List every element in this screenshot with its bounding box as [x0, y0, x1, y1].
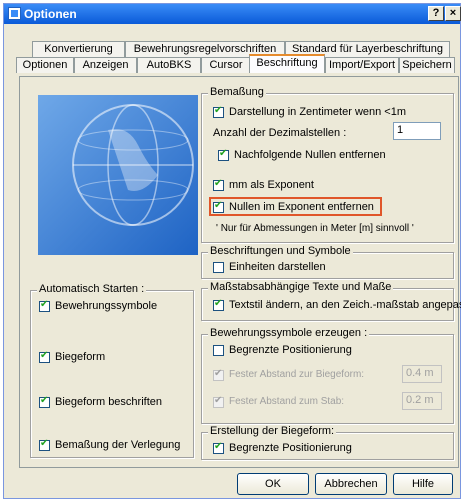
trailing-zeros-label: Nachfolgende Nullen entfernen [234, 149, 386, 161]
title-bar: Optionen ? × [4, 4, 461, 24]
tab-panel: Bemaßung Darstellung in Zentimeter wenn … [19, 76, 461, 468]
dist-biegeform-input[interactable]: 0.4 m [402, 365, 442, 383]
dist-stab-label: Fester Abstand zum Stab: [229, 396, 345, 407]
auto-start-group-title: Automatisch Starten : [37, 283, 147, 295]
bemassung-group: Bemaßung Darstellung in Zentimeter wenn … [201, 86, 454, 243]
tab-anzeigen[interactable]: Anzeigen [74, 57, 137, 73]
units-checkbox[interactable] [213, 262, 224, 273]
tab-optionen[interactable]: Optionen [16, 57, 74, 73]
biegeform-limit-label: Begrenzte Positionierung [229, 442, 352, 454]
tab-autobks[interactable]: AutoBKS [137, 57, 201, 73]
cancel-button[interactable]: Abbrechen [315, 473, 387, 495]
textstyle-checkbox[interactable] [213, 298, 224, 311]
erstellung-group-title: Erstellung der Biegeform: [208, 425, 337, 437]
globe-image [38, 95, 198, 255]
close-title-button[interactable]: × [445, 6, 461, 21]
tab-speichern[interactable]: Speichern [399, 57, 455, 73]
cm-checkbox[interactable] [213, 105, 224, 118]
tab-beschriftung[interactable]: Beschriftung [249, 54, 325, 73]
tab-cursor[interactable]: Cursor [201, 57, 251, 73]
help-title-button[interactable]: ? [428, 6, 444, 21]
meter-note: ' Nur für Abmessungen in Meter [m] sinnv… [216, 223, 414, 234]
bewehrung-group-title: Bewehrungssymbole erzeugen : [208, 327, 370, 339]
zero-exponent-checkbox[interactable] [213, 200, 224, 213]
dist-stab-checkbox[interactable] [213, 395, 224, 408]
trailing-zeros-checkbox[interactable] [218, 148, 229, 161]
biegeform-limit-checkbox[interactable] [213, 441, 224, 454]
cm-label: Darstellung in Zentimeter wenn <1m [229, 106, 406, 118]
mm-exponent-label: mm als Exponent [229, 179, 314, 191]
beschriftungen-group: Beschriftungen und Symbole Einheiten dar… [201, 245, 454, 279]
auto-start-checkbox-bewehrungssymbole[interactable] [39, 299, 50, 312]
auto-start-label-bewehrungssymbole: Bewehrungssymbole [55, 300, 158, 312]
textstyle-label: Textstil ändern, an den Zeich.-maßstab a… [229, 299, 461, 311]
beschriftungen-group-title: Beschriftungen und Symbole [208, 245, 353, 257]
dist-biegeform-checkbox[interactable] [213, 368, 224, 381]
decimals-input[interactable]: 1 [393, 122, 441, 140]
app-icon [8, 7, 21, 20]
auto-start-group: Automatisch Starten : Bewehrungssymbole … [30, 283, 194, 458]
limit-positioning-checkbox[interactable] [213, 345, 224, 356]
decimals-label: Anzahl der Dezimalstellen : [213, 127, 347, 139]
erstellung-group: Erstellung der Biegeform: Begrenzte Posi… [201, 425, 454, 460]
auto-start-label-bemassung: Bemaßung der Verlegung [55, 439, 181, 451]
massstab-group: Maßstabsabhängige Texte und Maße Textsti… [201, 281, 461, 321]
options-dialog: Optionen ? × Konvertierung Bewehrungsreg… [3, 3, 461, 499]
zero-exponent-label: Nullen im Exponent entfernen [229, 201, 374, 213]
ok-button[interactable]: OK [237, 473, 309, 495]
bemassung-group-title: Bemaßung [208, 86, 266, 98]
tab-konvertierung[interactable]: Konvertierung [32, 41, 125, 57]
auto-start-checkbox-biegeform-beschriften[interactable] [39, 395, 50, 408]
help-button[interactable]: Hilfe [393, 473, 453, 495]
auto-start-checkbox-bemassung[interactable] [39, 438, 50, 451]
auto-start-checkbox-biegeform[interactable] [39, 350, 50, 363]
dist-biegeform-label: Fester Abstand zur Biegeform: [229, 369, 365, 380]
panel-body: Bemaßung Darstellung in Zentimeter wenn … [20, 77, 461, 467]
limit-positioning-label: Begrenzte Positionierung [229, 344, 352, 356]
massstab-group-title: Maßstabsabhängige Texte und Maße [208, 281, 394, 293]
auto-start-label-biegeform: Biegeform [55, 351, 106, 363]
window-title: Optionen [24, 7, 77, 21]
mm-exponent-checkbox[interactable] [213, 178, 224, 191]
auto-start-label-biegeform-beschriften: Biegeform beschriften [55, 396, 162, 408]
tab-import-export[interactable]: Import/Export [325, 57, 399, 73]
bewehrung-group: Bewehrungssymbole erzeugen : Begrenzte P… [201, 327, 454, 424]
units-label: Einheiten darstellen [229, 261, 326, 273]
dist-stab-input[interactable]: 0.2 m [402, 392, 442, 410]
